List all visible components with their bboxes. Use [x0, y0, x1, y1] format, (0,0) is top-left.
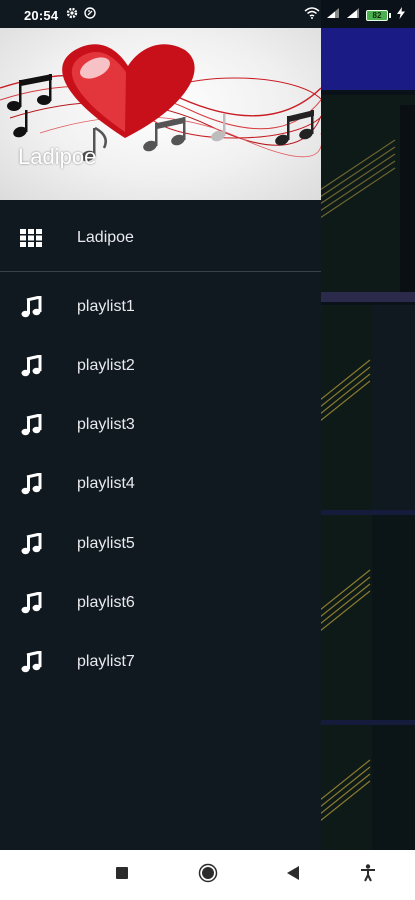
drawer-item-playlist2[interactable]: playlist2: [0, 337, 321, 395]
drawer-item-label: playlist2: [77, 357, 135, 374]
music-note-icon: [19, 591, 43, 615]
header-title: Ladipoe: [18, 144, 97, 169]
wifi-icon: [304, 6, 320, 24]
drawer-item-playlist7[interactable]: playlist7: [0, 633, 321, 691]
playlist-thumbnail[interactable]: [320, 95, 415, 300]
drawer-item-playlist5[interactable]: playlist5: [0, 515, 321, 573]
header-artwork: [0, 44, 321, 162]
navigation-drawer: Ladipoe Ladipoe playlist1 playlist2 play…: [0, 0, 321, 850]
drawer-item-playlist6[interactable]: playlist6: [0, 574, 321, 632]
drawer-item-label: playlist3: [77, 416, 135, 433]
drawer-item-label: playlist1: [77, 298, 135, 315]
music-note-icon: [19, 354, 43, 378]
drawer-item-ladipoe[interactable]: Ladipoe: [0, 209, 321, 267]
app-toolbar: [320, 28, 415, 90]
playlist-thumbnail[interactable]: [320, 515, 415, 720]
playlist-thumbnail[interactable]: [320, 305, 415, 510]
drawer-item-playlist1[interactable]: playlist1: [0, 278, 321, 336]
status-time: 20:54: [24, 7, 59, 23]
notification-icon: [84, 6, 96, 24]
music-note-icon: [19, 295, 43, 319]
system-navigation-bar: [0, 850, 415, 900]
drawer-divider: [0, 271, 321, 272]
drawer-item-label: playlist6: [77, 594, 135, 611]
accessibility-button[interactable]: [356, 863, 380, 887]
recents-icon: [116, 866, 128, 884]
music-note-icon: [19, 650, 43, 674]
drawer-item-label: Ladipoe: [77, 229, 134, 246]
home-button[interactable]: [196, 863, 220, 887]
drawer-item-label: playlist4: [77, 475, 135, 492]
battery-level: 82: [366, 9, 388, 21]
back-icon: [287, 865, 299, 885]
status-bar: 20:54 82: [0, 0, 415, 30]
battery-icon: 82: [366, 9, 391, 21]
drawer-item-label: playlist5: [77, 535, 135, 552]
drawer-header: Ladipoe: [0, 28, 321, 200]
cellular-signal-icon: [326, 6, 340, 24]
back-button[interactable]: [281, 863, 305, 887]
charging-icon: [397, 6, 405, 24]
recents-button[interactable]: [110, 863, 134, 887]
cellular-signal-icon: [346, 6, 360, 24]
drawer-item-playlist3[interactable]: playlist3: [0, 396, 321, 454]
drawer-item-label: playlist7: [77, 653, 135, 670]
playlist-thumbnail[interactable]: [320, 725, 415, 850]
music-note-icon: [19, 413, 43, 437]
drawer-item-playlist4[interactable]: playlist4: [0, 455, 321, 513]
settings-icon: [66, 6, 78, 24]
home-icon: [198, 863, 218, 888]
grid-icon: [19, 226, 43, 250]
accessibility-icon: [360, 863, 376, 887]
music-note-icon: [19, 532, 43, 556]
music-note-icon: [19, 472, 43, 496]
